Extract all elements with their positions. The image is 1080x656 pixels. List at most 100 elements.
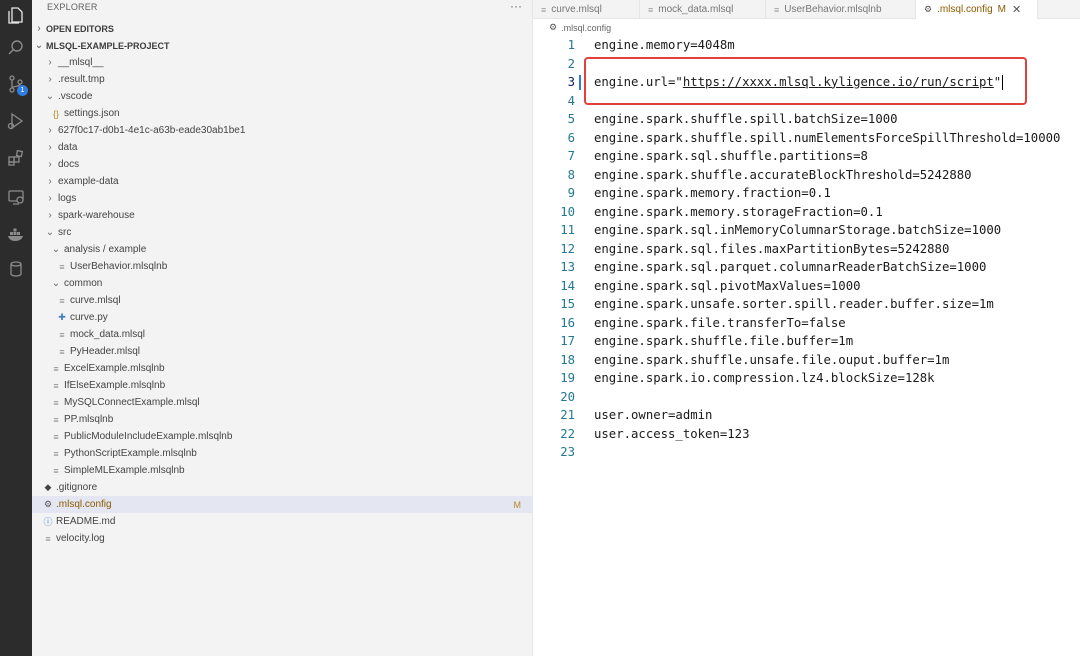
tree-item-folder[interactable]: › .result.tmp bbox=[32, 71, 533, 88]
tree-item-folder[interactable]: › docs bbox=[32, 156, 533, 173]
code-line: 13 engine.spark.sql.parquet.columnarReade… bbox=[533, 258, 1080, 277]
tree-item-label: .gitignore bbox=[56, 482, 98, 493]
tree-item-label: analysis / example bbox=[64, 244, 147, 255]
python-icon: ✚ bbox=[58, 312, 66, 322]
tree-item-folder[interactable]: ⌄ common bbox=[32, 275, 533, 292]
code-line: 15 engine.spark.unsafe.sorter.spill.reade… bbox=[533, 295, 1080, 314]
tree-item-label: .mlsql.config bbox=[56, 499, 112, 510]
line-number: 14 bbox=[560, 278, 575, 293]
search-icon[interactable] bbox=[0, 33, 32, 63]
line-number: 2 bbox=[567, 56, 575, 71]
chevron-down-icon: ⌄ bbox=[45, 91, 55, 102]
line-number: 12 bbox=[560, 241, 575, 256]
close-icon[interactable]: ✕ bbox=[1012, 3, 1021, 16]
chevron-right-icon: › bbox=[48, 125, 52, 136]
tree-item-file[interactable]: {} settings.json bbox=[32, 105, 533, 122]
chevron-right-icon: › bbox=[37, 23, 41, 34]
code-text: engine.memory=4048m bbox=[594, 38, 735, 53]
info-icon: ⓘ bbox=[43, 517, 53, 527]
line-number: 1 bbox=[567, 38, 575, 53]
tree-item-label: docs bbox=[58, 159, 80, 170]
tree-item-file-selected[interactable]: ⚙ .mlsql.config M bbox=[32, 496, 533, 513]
tree-item-label: common bbox=[64, 278, 103, 289]
tree-item-file[interactable]: ⓘ README.md bbox=[32, 513, 533, 530]
code-line: 7 engine.spark.sql.shuffle.partitions=8 bbox=[533, 147, 1080, 166]
code-text: engine.spark.shuffle.spill.numElementsFo… bbox=[594, 130, 1061, 145]
project-section[interactable]: ⌄ MLSQL-EXAMPLE-PROJECT bbox=[32, 37, 533, 54]
tree-item-label: settings.json bbox=[64, 108, 120, 119]
docker-icon[interactable] bbox=[0, 219, 32, 249]
tree-item-folder[interactable]: › spark-warehouse bbox=[32, 207, 533, 224]
tree-item-file[interactable]: ≡ velocity.log bbox=[32, 530, 533, 547]
tree-item-folder[interactable]: › 627f0c17-d0b1-4e1c-a63b-eade30ab1be1 bbox=[32, 122, 533, 139]
tree-item-file[interactable]: ≡ PyHeader.mlsql bbox=[32, 343, 533, 360]
chevron-down-icon: ⌄ bbox=[45, 227, 55, 238]
run-debug-icon[interactable] bbox=[0, 106, 32, 136]
tree-item-file[interactable]: ◆ .gitignore bbox=[32, 479, 533, 496]
code-text: user.access_token=123 bbox=[594, 426, 750, 441]
file-lines-icon: ≡ bbox=[53, 414, 59, 425]
tree-item-folder[interactable]: › data bbox=[32, 139, 533, 156]
code-line: 16 engine.spark.file.transferTo=false bbox=[533, 314, 1080, 333]
tree-item-file[interactable]: ≡ PublicModuleIncludeExample.mlsqlnb bbox=[32, 428, 533, 445]
file-lines-icon: ≡ bbox=[53, 380, 59, 391]
tab-curve-mlsql[interactable]: ≡ curve.mlsql bbox=[533, 0, 640, 19]
code-line: 20 bbox=[533, 388, 1080, 407]
line-number: 6 bbox=[567, 130, 575, 145]
file-lines-icon: ≡ bbox=[53, 465, 59, 476]
explorer-icon[interactable] bbox=[0, 0, 32, 30]
tree-item-file[interactable]: ≡ PP.mlsqlnb bbox=[32, 411, 533, 428]
database-icon[interactable] bbox=[0, 254, 32, 284]
code-editor[interactable]: 1 engine.memory=4048m 2 3 engine.url="http… bbox=[533, 36, 1080, 462]
tab-label: mock_data.mlsql bbox=[658, 4, 734, 15]
tree-item-folder[interactable]: ⌄ analysis / example bbox=[32, 241, 533, 258]
tree-item-file[interactable]: ≡ SimpleMLExample.mlsqlnb bbox=[32, 462, 533, 479]
tab-mock-data[interactable]: ≡ mock_data.mlsql bbox=[640, 0, 766, 19]
tree-item-folder[interactable]: › logs bbox=[32, 190, 533, 207]
tree-item-label: PP.mlsqlnb bbox=[64, 414, 114, 425]
tree-item-folder[interactable]: › __mlsql__ bbox=[32, 54, 533, 71]
url-link[interactable]: https://xxxx.mlsql.kyligence.io/run/scri… bbox=[683, 75, 994, 89]
code-text: engine.spark.sql.files.maxPartitionBytes… bbox=[594, 241, 950, 256]
chevron-right-icon: › bbox=[48, 210, 52, 221]
code-line: 6 engine.spark.shuffle.spill.numElementsF… bbox=[533, 129, 1080, 148]
tree-item-file[interactable]: ≡ PythonScriptExample.mlsqlnb bbox=[32, 445, 533, 462]
code-text: " bbox=[993, 74, 1002, 89]
tree-item-label: curve.py bbox=[70, 312, 108, 323]
tree-item-file[interactable]: ≡ mock_data.mlsql bbox=[32, 326, 533, 343]
extensions-icon[interactable] bbox=[0, 143, 32, 173]
code-line: 22 user.access_token=123 bbox=[533, 425, 1080, 444]
tab-userbehavior[interactable]: ≡ UserBehavior.mlsqlnb bbox=[766, 0, 916, 19]
source-control-icon[interactable]: 1 bbox=[0, 69, 32, 99]
line-number: 21 bbox=[560, 408, 575, 423]
tree-item-folder[interactable]: ⌄ .vscode bbox=[32, 88, 533, 105]
file-lines-icon: ≡ bbox=[45, 533, 51, 544]
tree-item-label: MySQLConnectExample.mlsql bbox=[64, 397, 200, 408]
git-icon: ◆ bbox=[44, 482, 52, 492]
tree-item-folder[interactable]: ⌄ src bbox=[32, 224, 533, 241]
tree-item-file[interactable]: ≡ IfElseExample.mlsqlnb bbox=[32, 377, 533, 394]
breadcrumb[interactable]: ⚙ .mlsql.config bbox=[549, 22, 611, 33]
file-lines-icon: ≡ bbox=[59, 261, 65, 272]
tree-item-file[interactable]: ≡ UserBehavior.mlsqlnb bbox=[32, 258, 533, 275]
tab-mlsql-config[interactable]: ⚙ .mlsql.config M ✕ bbox=[916, 0, 1038, 19]
file-lines-icon: ≡ bbox=[59, 329, 65, 340]
file-lines-icon: ≡ bbox=[541, 4, 547, 15]
tree-item-file[interactable]: ≡ MySQLConnectExample.mlsql bbox=[32, 394, 533, 411]
tree-item-folder[interactable]: › example-data bbox=[32, 173, 533, 190]
gutter-modified-marker bbox=[579, 75, 581, 90]
code-text: engine.spark.sql.shuffle.partitions=8 bbox=[594, 149, 868, 164]
code-text: engine.spark.io.compression.lz4.blockSiz… bbox=[594, 371, 935, 386]
remote-explorer-icon[interactable] bbox=[0, 182, 32, 212]
line-number: 16 bbox=[560, 315, 575, 330]
more-actions-icon[interactable]: ··· bbox=[510, 0, 522, 13]
activity-bar: 1 bbox=[0, 0, 32, 656]
tree-item-label: PublicModuleIncludeExample.mlsqlnb bbox=[64, 431, 233, 442]
tree-item-file[interactable]: ≡ curve.mlsql bbox=[32, 292, 533, 309]
breadcrumb-file[interactable]: .mlsql.config bbox=[561, 23, 611, 33]
tree-item-file[interactable]: ≡ ExcelExample.mlsqlnb bbox=[32, 360, 533, 377]
code-text: user.owner=admin bbox=[594, 408, 713, 423]
open-editors-section[interactable]: › OPEN EDITORS bbox=[32, 20, 533, 37]
tree-item-file[interactable]: ✚ curve.py bbox=[32, 309, 533, 326]
code-text: engine.spark.sql.parquet.columnarReaderB… bbox=[594, 260, 987, 275]
